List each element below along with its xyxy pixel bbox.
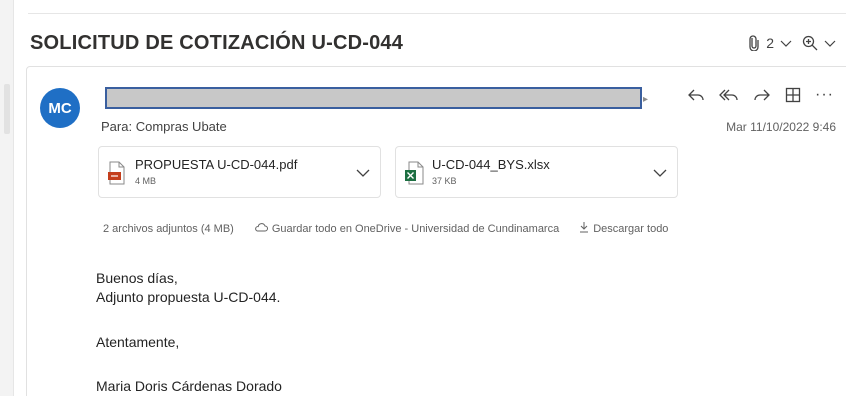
left-pane-edge: [0, 0, 14, 396]
recipient-line: Para: Compras Ubate: [101, 119, 227, 134]
attachment-summary: 2 archivos adjuntos (4 MB) Guardar todo …: [103, 221, 668, 236]
attachment-name: PROPUESTA U-CD-044.pdf: [135, 157, 298, 172]
attachment-card-pdf[interactable]: PROPUESTA U-CD-044.pdf 4 MB: [98, 146, 381, 198]
save-all-onedrive-link[interactable]: Guardar todo en OneDrive - Universidad d…: [272, 223, 559, 235]
forward-icon[interactable]: [753, 87, 771, 103]
reply-icon[interactable]: [687, 87, 705, 103]
body-closing: Atentamente,: [96, 334, 180, 350]
redaction-edge-icon: ▸: [643, 94, 649, 105]
message-actions: ···: [687, 86, 834, 104]
chevron-down-icon[interactable]: [824, 38, 836, 48]
chevron-down-icon[interactable]: [653, 165, 667, 183]
email-subject: SOLICITUD DE COTIZACIÓN U-CD-044: [30, 32, 404, 54]
download-all-link[interactable]: Descargar todo: [593, 223, 668, 235]
to-label: Para:: [101, 119, 133, 134]
sender-redaction: [105, 87, 642, 109]
avatar[interactable]: MC: [40, 88, 80, 128]
more-options-icon[interactable]: ···: [815, 86, 834, 104]
body-signature: Maria Doris Cárdenas Dorado: [96, 378, 282, 394]
subject-actions: 2: [748, 35, 836, 51]
chevron-down-icon[interactable]: [356, 165, 370, 183]
attachment-size: 37 KB: [432, 176, 457, 186]
apps-icon[interactable]: [785, 87, 801, 103]
download-icon: [579, 221, 589, 236]
scrollbar-thumb[interactable]: [4, 84, 10, 134]
attachment-icon[interactable]: [748, 35, 760, 51]
body-greeting: Buenos días,: [96, 270, 178, 286]
attachment-name: U-CD-044_BYS.xlsx: [432, 157, 550, 172]
reply-all-icon[interactable]: [719, 87, 739, 103]
attachment-card-xlsx[interactable]: U-CD-044_BYS.xlsx 37 KB: [395, 146, 678, 198]
body-line: Adjunto propuesta U-CD-044.: [96, 289, 281, 305]
pdf-file-icon: [107, 161, 127, 190]
sent-date: Mar 11/10/2022 9:46: [726, 120, 836, 134]
attachment-count: 2: [766, 35, 774, 51]
cloud-icon: [254, 222, 268, 235]
attachment-count-text: 2 archivos adjuntos (4 MB): [103, 222, 234, 235]
chevron-down-icon[interactable]: [780, 38, 792, 48]
zoom-in-icon[interactable]: [802, 35, 818, 51]
divider: [28, 13, 846, 14]
excel-file-icon: [404, 161, 424, 190]
to-value[interactable]: Compras Ubate: [136, 119, 227, 134]
attachment-size: 4 MB: [135, 176, 157, 186]
